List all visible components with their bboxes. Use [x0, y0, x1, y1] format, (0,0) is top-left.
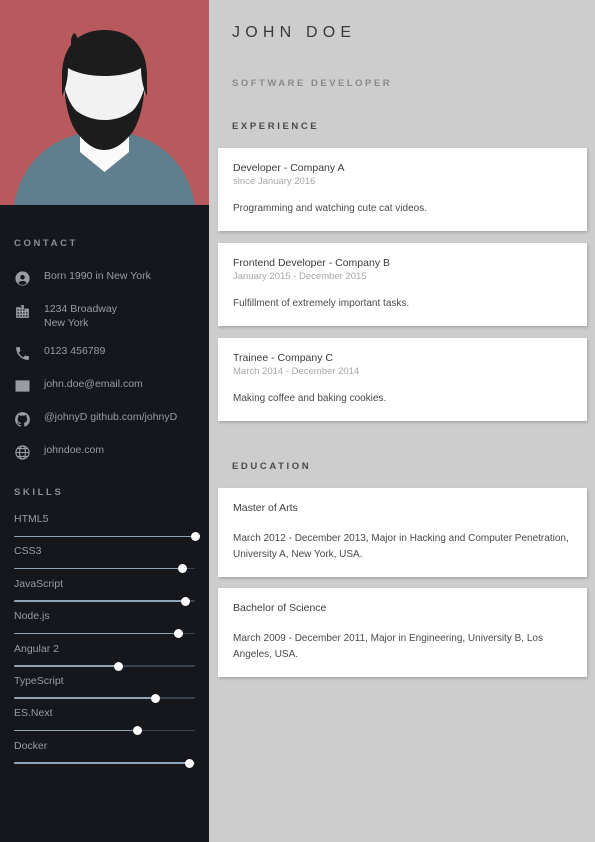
slider-thumb[interactable] — [190, 532, 200, 541]
job-title: SOFTWARE DEVELOPER — [232, 78, 393, 89]
skill-label: CSS3 — [14, 545, 42, 558]
skill-label: Node.js — [14, 610, 50, 623]
person-icon — [11, 268, 33, 288]
skill-label: JavaScript — [14, 577, 64, 590]
slider-thumb[interactable] — [181, 596, 191, 606]
skill-slider[interactable] — [14, 758, 195, 768]
experience-dates: since January 2016 — [233, 176, 316, 187]
skill-item: TypeScript — [0, 674, 209, 703]
contact-item-label: Born 1990 in New York — [44, 270, 151, 282]
avatar-illustration-icon — [0, 0, 209, 205]
skill-item: CSS3 — [0, 545, 209, 574]
education-section-title: EDUCATION — [232, 461, 312, 472]
skill-label: ES.Next — [14, 707, 53, 720]
slider-fill — [14, 632, 179, 635]
slider-thumb[interactable] — [177, 564, 187, 574]
sidebar: CONTACT Born 1990 in New York 1234 Broad… — [0, 0, 209, 842]
github-icon — [11, 409, 33, 429]
experience-dates: January 2015 - December 2015 — [233, 271, 367, 282]
experience-heading: Trainee - Company C — [233, 352, 333, 364]
skill-slider[interactable] — [14, 629, 195, 639]
contact-item-address: 1234 Broadway New York — [0, 301, 209, 330]
globe-icon — [11, 442, 33, 462]
slider-fill — [14, 697, 156, 700]
experience-heading: Frontend Developer - Company B — [233, 257, 390, 269]
skill-slider[interactable] — [14, 661, 195, 671]
contact-item-label: 0123 456789 — [44, 345, 106, 357]
experience-description: Programming and watching cute cat videos… — [233, 203, 427, 214]
slider-thumb[interactable] — [114, 661, 124, 671]
education-description: March 2012 - December 2013, Major in Hac… — [233, 533, 569, 560]
page-title: JOHN DOE — [232, 24, 357, 41]
experience-description: Making coffee and baking cookies. — [233, 393, 387, 404]
skill-item: JavaScript — [0, 577, 209, 606]
building-icon — [11, 301, 33, 321]
skill-slider[interactable] — [14, 693, 195, 703]
slider-fill — [14, 762, 190, 764]
main-content: JOHN DOE SOFTWARE DEVELOPER EXPERIENCE D… — [209, 0, 595, 842]
slider-fill — [14, 600, 186, 602]
resume-page: CONTACT Born 1990 in New York 1234 Broad… — [0, 0, 595, 842]
contact-section-title: CONTACT — [14, 238, 78, 249]
skill-item: Docker — [0, 739, 209, 768]
skill-label: Angular 2 — [14, 642, 59, 655]
slider-thumb[interactable] — [132, 726, 142, 736]
education-heading: Bachelor of Science — [233, 602, 327, 614]
education-card: Master of Arts March 2012 - December 201… — [218, 488, 587, 577]
skill-item: ES.Next — [0, 707, 209, 736]
slider-thumb[interactable] — [185, 758, 195, 768]
contact-item-phone: 0123 456789 — [0, 343, 209, 363]
skill-label: HTML5 — [14, 513, 49, 525]
skill-label: TypeScript — [14, 674, 64, 687]
education-card: Bachelor of Science March 2009 - Decembe… — [218, 588, 587, 677]
skill-item: Angular 2 — [0, 642, 209, 671]
phone-icon — [11, 343, 33, 363]
experience-heading: Developer - Company A — [233, 162, 345, 174]
experience-section-title: EXPERIENCE — [232, 121, 320, 132]
skill-slider[interactable] — [14, 532, 200, 541]
education-heading: Master of Arts — [233, 502, 298, 514]
slider-fill — [14, 665, 119, 667]
contact-item-github: @johnyD github.com/johnyD — [0, 409, 209, 429]
slider-fill — [14, 567, 183, 570]
slider-fill — [14, 535, 195, 538]
experience-dates: March 2014 - December 2014 — [233, 366, 360, 377]
contact-item-label: 1234 Broadway New York — [44, 303, 117, 329]
experience-card: Developer - Company A since January 2016… — [218, 148, 587, 231]
slider-thumb[interactable] — [150, 693, 160, 703]
experience-card: Frontend Developer - Company B January 2… — [218, 243, 587, 326]
contact-item-email: john.doe@email.com — [0, 376, 209, 396]
skill-item: HTML5 — [0, 513, 209, 541]
contact-item-label: @johnyD github.com/johnyD — [44, 411, 178, 423]
skills-section-title: SKILLS — [14, 487, 64, 498]
skill-item: Node.js — [0, 610, 209, 639]
skill-slider[interactable] — [14, 726, 195, 736]
avatar-photo-block — [0, 0, 209, 205]
skills-list: HTML5 CSS3 JavaScript Node.js Angular 2 … — [0, 513, 209, 772]
skill-slider[interactable] — [14, 564, 195, 574]
contact-list: Born 1990 in New York 1234 Broadway New … — [0, 268, 209, 475]
envelope-icon — [11, 376, 33, 396]
contact-item-birth: Born 1990 in New York — [0, 268, 209, 288]
contact-item-label: johndoe.com — [44, 444, 105, 456]
education-description: March 2009 - December 2011, Major in Eng… — [233, 633, 543, 660]
slider-fill — [14, 729, 138, 732]
skill-label: Docker — [14, 739, 48, 752]
experience-card: Trainee - Company C March 2014 - Decembe… — [218, 338, 587, 421]
contact-item-label: john.doe@email.com — [44, 378, 143, 390]
skill-slider[interactable] — [14, 596, 195, 606]
experience-description: Fulfillment of extremely important tasks… — [233, 298, 410, 309]
slider-thumb[interactable] — [174, 629, 184, 639]
contact-item-website: johndoe.com — [0, 442, 209, 462]
